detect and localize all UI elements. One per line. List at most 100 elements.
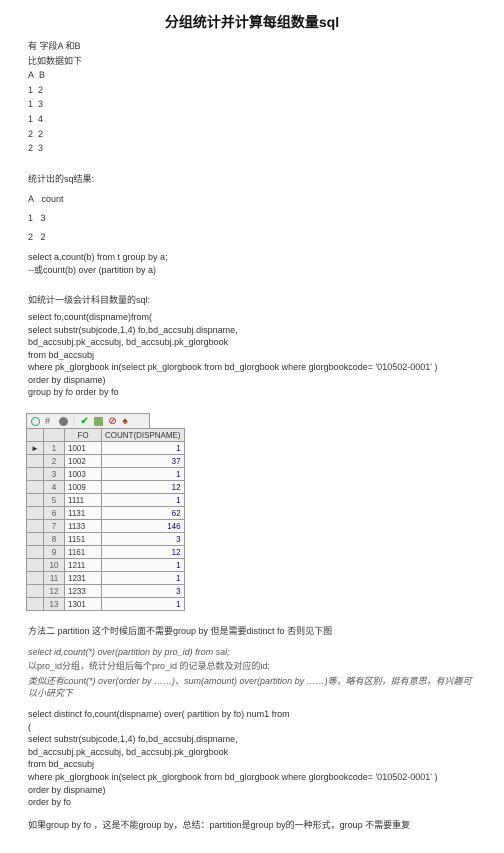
content-area: 有 字段A 和B 比如数据如下 A B 1 2 1 3 1 4 2 2 2 3 … (0, 40, 504, 853)
sql-line: select distinct fo,count(dispname) over(… (0, 708, 504, 721)
cell-count: 62 (102, 507, 185, 520)
gear-icon[interactable] (59, 417, 68, 426)
cell-fo: 1131 (65, 507, 102, 520)
cell: 1 (28, 114, 33, 124)
row-number: 13 (44, 598, 65, 611)
result1-row: 1 3 (28, 212, 476, 225)
row-number: 8 (44, 533, 65, 546)
sql-line: order by fo (0, 796, 504, 809)
table-row: 6113162 (27, 507, 185, 520)
cell-count: 37 (102, 455, 185, 468)
intro-header: A B (28, 69, 476, 82)
cell: 3 (38, 143, 43, 153)
row-number: 4 (44, 481, 65, 494)
row-arrow (27, 585, 44, 598)
cell-count: 1 (102, 494, 185, 507)
table-row: 811513 (27, 533, 185, 546)
sql-line: select a,count(b) from t group by a; (28, 251, 476, 264)
row-arrow: ► (27, 442, 44, 455)
row-number: 3 (44, 468, 65, 481)
check-icon[interactable]: ✔ (80, 417, 89, 426)
cell-fo: 1009 (65, 481, 102, 494)
sql-block-2: select fo,count(dispname)from( select su… (0, 311, 504, 399)
cell-fo: 1111 (65, 494, 102, 507)
sql-line: from bd_accsubj (0, 349, 504, 362)
col-a: A (28, 194, 34, 204)
result1-title: 统计出的sq结果: (28, 173, 476, 186)
footer-note: 如果group by fo ，这是不能group by，总结：partition… (28, 819, 476, 832)
cell-count: 1 (102, 572, 185, 585)
row-arrow (27, 546, 44, 559)
cell-fo: 1002 (65, 455, 102, 468)
sql-line: select fo,count(dispname)from( (0, 311, 504, 324)
cell: 1 (28, 213, 33, 223)
sql-line: where pk_glorgbook in(select pk_glorgboo… (0, 361, 504, 374)
cell: 1 (28, 99, 33, 109)
table-row: ►110011 (27, 442, 185, 455)
table-row: 1012111 (27, 559, 185, 572)
result1-row: 2 2 (28, 231, 476, 244)
table-row: 1313011 (27, 598, 185, 611)
lock-icon[interactable] (94, 417, 103, 426)
cell: 1 (28, 85, 33, 95)
section2-title: 如统计一级会计科目数量的sql: (28, 294, 476, 307)
row-arrow (27, 507, 44, 520)
cell-fo: 1161 (65, 546, 102, 559)
cell-fo: 1001 (65, 442, 102, 455)
intro-l1: 有 字段A 和B (28, 40, 476, 53)
th-arrow (27, 429, 44, 442)
method2-example-1: select id,count(*) over(partition by pro… (28, 646, 476, 659)
result-table-image: # | ✔ ⊘ ♠ FO COUNT(DISPNAME) ►1100112100… (26, 413, 476, 611)
table-row: 511111 (27, 494, 185, 507)
row-number: 2 (44, 455, 65, 468)
row-arrow (27, 481, 44, 494)
th-rownum (44, 429, 65, 442)
sql-line: order by dispname) (0, 374, 504, 387)
row-number: 5 (44, 494, 65, 507)
intro-row: 2 2 (28, 128, 476, 141)
cell-fo: 1301 (65, 598, 102, 611)
cell-fo: 1233 (65, 585, 102, 598)
row-number: 11 (44, 572, 65, 585)
col-count: count (42, 194, 64, 204)
cell-count: 1 (102, 559, 185, 572)
hash-icon[interactable]: # (45, 417, 54, 426)
row-number: 6 (44, 507, 65, 520)
method2-example-3: 类似还有count(*) over(order by ……)、sum(amoun… (28, 675, 476, 700)
sql-line: ( (0, 721, 504, 734)
table-row: 9116112 (27, 546, 185, 559)
table-row: 1112311 (27, 572, 185, 585)
cell: 2 (41, 232, 46, 242)
sql-line: where pk_glorgbook in(select pk_glorgboo… (0, 771, 504, 784)
sql-line: group by fo order by fo (0, 386, 504, 399)
row-arrow (27, 559, 44, 572)
sql-line: --或count(b) over (partition by a) (28, 264, 476, 277)
cell-fo: 1231 (65, 572, 102, 585)
sql-line: order by dispname) (0, 784, 504, 797)
table-row: 1212333 (27, 585, 185, 598)
exclude-icon[interactable]: ⊘ (108, 417, 117, 426)
method2-example-2: 以pro_id分组，统计分组后每个pro_id 的记录总数及对应的id; (28, 660, 476, 673)
cell-count: 146 (102, 520, 185, 533)
cell: 4 (38, 114, 43, 124)
cell: 2 (28, 232, 33, 242)
sql-block-3: select distinct fo,count(dispname) over(… (0, 708, 504, 809)
cell-count: 12 (102, 546, 185, 559)
refresh-icon[interactable] (31, 417, 40, 426)
row-number: 9 (44, 546, 65, 559)
intro-row: 1 2 (28, 84, 476, 97)
result1-header: A count (28, 193, 476, 206)
sql-line: from bd_accsubj (0, 758, 504, 771)
method2-intro: 方法二 partition 这个时候后面不需要group by 但是需要dist… (28, 625, 476, 638)
cell: 2 (28, 143, 33, 153)
flame-icon[interactable]: ♠ (122, 417, 131, 426)
table-row: 310031 (27, 468, 185, 481)
intro-row: 2 3 (28, 142, 476, 155)
sql-block-1: select a,count(b) from t group by a; --或… (28, 251, 476, 276)
toolbar: # | ✔ ⊘ ♠ (26, 413, 150, 428)
intro-row: 1 3 (28, 98, 476, 111)
table-row: 4100912 (27, 481, 185, 494)
cell-count: 1 (102, 598, 185, 611)
sql-line: bd_accsubj.pk_accsubj, bd_accsubj.pk_glo… (0, 336, 504, 349)
cell-fo: 1211 (65, 559, 102, 572)
